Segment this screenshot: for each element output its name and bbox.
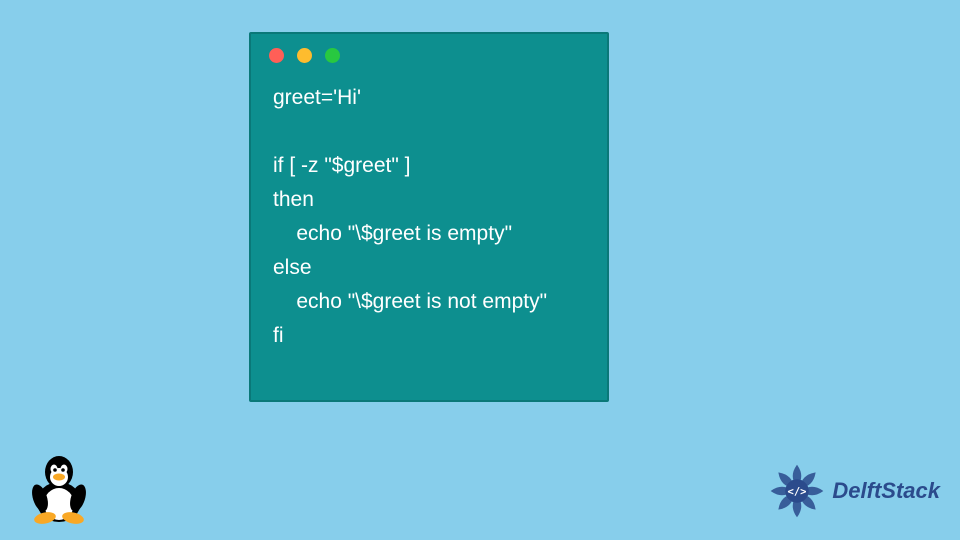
traffic-lights	[251, 34, 607, 71]
code-line: fi	[273, 324, 284, 347]
delftstack-logo: </> DelftStack	[768, 462, 940, 520]
code-line: else	[273, 256, 312, 279]
mandala-icon: </>	[768, 462, 826, 520]
code-content: greet='Hi' if [ -z "$greet" ] then echo …	[251, 71, 607, 371]
svg-text:</>: </>	[788, 486, 807, 498]
minimize-icon	[297, 48, 312, 63]
code-line: if [ -z "$greet" ]	[273, 154, 410, 177]
code-window: greet='Hi' if [ -z "$greet" ] then echo …	[249, 32, 609, 402]
maximize-icon	[325, 48, 340, 63]
linux-penguin-icon	[28, 450, 90, 524]
code-line: echo "\$greet is empty"	[273, 222, 512, 245]
code-line: then	[273, 188, 314, 211]
brand-name: DelftStack	[832, 478, 940, 504]
close-icon	[269, 48, 284, 63]
code-line: echo "\$greet is not empty"	[273, 290, 547, 313]
code-line: greet='Hi'	[273, 86, 361, 109]
